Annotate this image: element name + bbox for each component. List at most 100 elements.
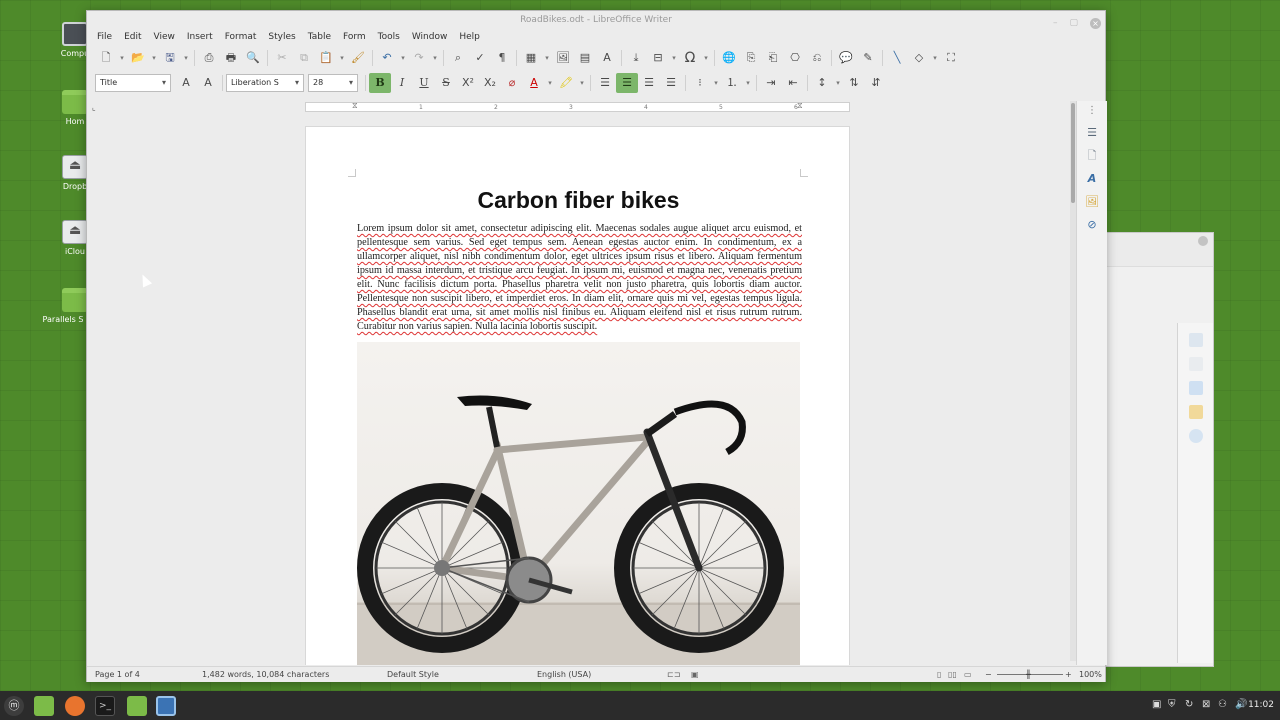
text-language[interactable]: English (USA) — [537, 670, 591, 679]
document-modified-icon[interactable]: ▣ — [691, 670, 699, 679]
bold-button[interactable]: B — [369, 72, 391, 93]
menu-file[interactable]: File — [91, 32, 118, 42]
close-button[interactable]: × — [1090, 17, 1101, 29]
paragraph-style-select[interactable]: Title — [95, 73, 171, 92]
chevron-down-icon[interactable]: ▾ — [117, 48, 127, 68]
page-icon[interactable] — [1188, 357, 1203, 371]
chevron-down-icon[interactable]: ▾ — [542, 48, 552, 68]
undo-icon[interactable]: ↶ — [376, 48, 398, 68]
menu-tools[interactable]: Tools — [372, 32, 406, 42]
writer-taskbar-icon[interactable] — [156, 696, 176, 716]
decrease-paragraph-spacing-icon[interactable]: ⇵ — [865, 73, 887, 93]
zoom-slider-thumb[interactable]: ╫ — [1026, 670, 1031, 679]
numbered-list-icon[interactable]: ⒈ — [721, 73, 743, 93]
open-folder-icon[interactable]: 📂 — [127, 48, 149, 68]
properties-icon[interactable] — [1188, 333, 1203, 347]
menu-view[interactable]: View — [148, 32, 181, 42]
background-window[interactable] — [1104, 232, 1214, 667]
spelling-icon[interactable]: ✓ — [469, 48, 491, 68]
new-document-icon[interactable]: 🗋 — [95, 48, 117, 68]
footnote-icon[interactable]: ⎘ — [740, 48, 762, 68]
clear-formatting-icon[interactable]: ⌀ — [501, 73, 523, 93]
insert-mode-icon[interactable]: ⊏⊐ — [667, 670, 680, 679]
menu-styles[interactable]: Styles — [262, 32, 301, 42]
chevron-down-icon[interactable]: ▾ — [743, 73, 753, 93]
file-manager-icon[interactable] — [127, 696, 147, 716]
layout-multi-icon[interactable]: ▯▯ — [948, 670, 957, 679]
font-size-select[interactable]: 28 — [308, 73, 358, 92]
highlight-icon[interactable]: 🖍 — [555, 73, 577, 93]
special-character-icon[interactable]: Ω — [679, 48, 701, 68]
chevron-down-icon[interactable]: ▾ — [833, 73, 843, 93]
document-canvas[interactable]: Carbon fiber bikes Lorem ipsum dolor sit… — [87, 113, 1072, 665]
chevron-down-icon[interactable]: ▾ — [149, 48, 159, 68]
navigator-icon[interactable] — [1188, 429, 1203, 443]
comment-icon[interactable]: 💬 — [835, 48, 857, 68]
subscript-button[interactable]: X₂ — [479, 73, 501, 93]
font-name-select[interactable]: Liberation S — [226, 73, 304, 92]
redo-icon[interactable]: ↷ — [408, 48, 430, 68]
word-count[interactable]: 1,482 words, 10,084 characters — [202, 670, 329, 679]
italic-button[interactable]: I — [391, 73, 413, 93]
chevron-down-icon[interactable]: ▾ — [545, 73, 555, 93]
update-icon[interactable]: ↻ — [1185, 699, 1193, 710]
increase-paragraph-spacing-icon[interactable]: ⇅ — [843, 73, 865, 93]
tab-stop-selector[interactable]: ⌞ — [92, 103, 96, 112]
chevron-down-icon[interactable]: ▾ — [701, 48, 711, 68]
menu-table[interactable]: Table — [302, 32, 337, 42]
chevron-down-icon[interactable]: ▾ — [181, 48, 191, 68]
export-pdf-icon[interactable]: ⎙ — [198, 48, 220, 68]
bullet-list-icon[interactable]: ⁝ — [689, 73, 711, 93]
files-icon[interactable] — [34, 696, 54, 716]
menu-edit[interactable]: Edit — [118, 32, 147, 42]
layout-single-icon[interactable]: ▯ — [937, 670, 941, 679]
align-center-icon[interactable]: ☰ — [616, 72, 638, 93]
minimize-button[interactable]: – — [1053, 14, 1058, 32]
maximize-button[interactable]: ▢ — [1069, 14, 1078, 32]
insert-chart-icon[interactable]: ▤ — [574, 48, 596, 68]
bookmark-icon[interactable]: ⎔ — [784, 48, 806, 68]
gallery-icon[interactable]: 🖼 — [1085, 194, 1100, 209]
save-icon[interactable]: 🖫 — [159, 48, 181, 68]
font-color-icon[interactable]: A — [523, 73, 545, 93]
document-paragraph[interactable]: Lorem ipsum dolor sit amet, consectetur … — [357, 222, 802, 334]
clone-formatting-icon[interactable]: 🖌 — [347, 48, 369, 68]
road-bike-image[interactable] — [357, 342, 800, 665]
print-icon[interactable]: 🖶 — [220, 48, 242, 68]
page-count[interactable]: Page 1 of 4 — [95, 670, 140, 679]
zoom-in-icon[interactable]: + — [1065, 670, 1072, 679]
strikethrough-button[interactable]: S — [435, 73, 457, 93]
document-page[interactable]: Carbon fiber bikes Lorem ipsum dolor sit… — [305, 126, 850, 665]
terminal-icon[interactable]: >_ — [95, 696, 115, 716]
chevron-down-icon[interactable]: ▾ — [337, 48, 347, 68]
layout-book-icon[interactable]: ▭ — [964, 670, 972, 679]
update-style-icon[interactable]: A — [175, 73, 197, 93]
zoom-out-icon[interactable]: − — [985, 670, 992, 679]
menu-form[interactable]: Form — [337, 32, 372, 42]
paste-icon[interactable]: 📋 — [315, 48, 337, 68]
shield-icon[interactable]: ⛨ — [1168, 699, 1176, 710]
menu-insert[interactable]: Insert — [181, 32, 219, 42]
chevron-down-icon[interactable]: ▾ — [930, 48, 940, 68]
document-title[interactable]: Carbon fiber bikes — [306, 187, 851, 214]
gallery-icon[interactable] — [1188, 405, 1203, 419]
horizontal-ruler[interactable]: ⧖ 1 2 3 4 5 6 ⧖ — [305, 101, 850, 112]
volume-icon[interactable]: 🔊 — [1235, 699, 1247, 710]
network-icon[interactable]: ⚇ — [1218, 699, 1227, 710]
copy-icon[interactable]: ⧉ — [293, 48, 315, 68]
insert-field-icon[interactable]: ⊟ — [647, 48, 669, 68]
track-changes-icon[interactable]: ✎ — [857, 48, 879, 68]
menu-help[interactable]: Help — [453, 32, 486, 42]
page-break-icon[interactable]: ⤓ — [625, 48, 647, 68]
close-icon[interactable] — [1198, 236, 1208, 246]
align-right-icon[interactable]: ☰ — [638, 73, 660, 93]
justify-icon[interactable]: ☰ — [660, 73, 682, 93]
page-icon[interactable]: 🗋 — [1085, 148, 1100, 163]
window-list-icon[interactable]: ⊠ — [1202, 699, 1210, 710]
clipboard-icon[interactable]: ▣ — [1152, 699, 1161, 710]
draw-functions-icon[interactable]: ⛶ — [940, 48, 962, 68]
sidebar-menu-icon[interactable]: ⋮ — [1085, 105, 1100, 117]
chevron-down-icon[interactable]: ▾ — [711, 73, 721, 93]
left-indent-marker[interactable]: ⧖ — [352, 101, 358, 111]
navigator-icon[interactable]: ⊘ — [1085, 217, 1100, 232]
